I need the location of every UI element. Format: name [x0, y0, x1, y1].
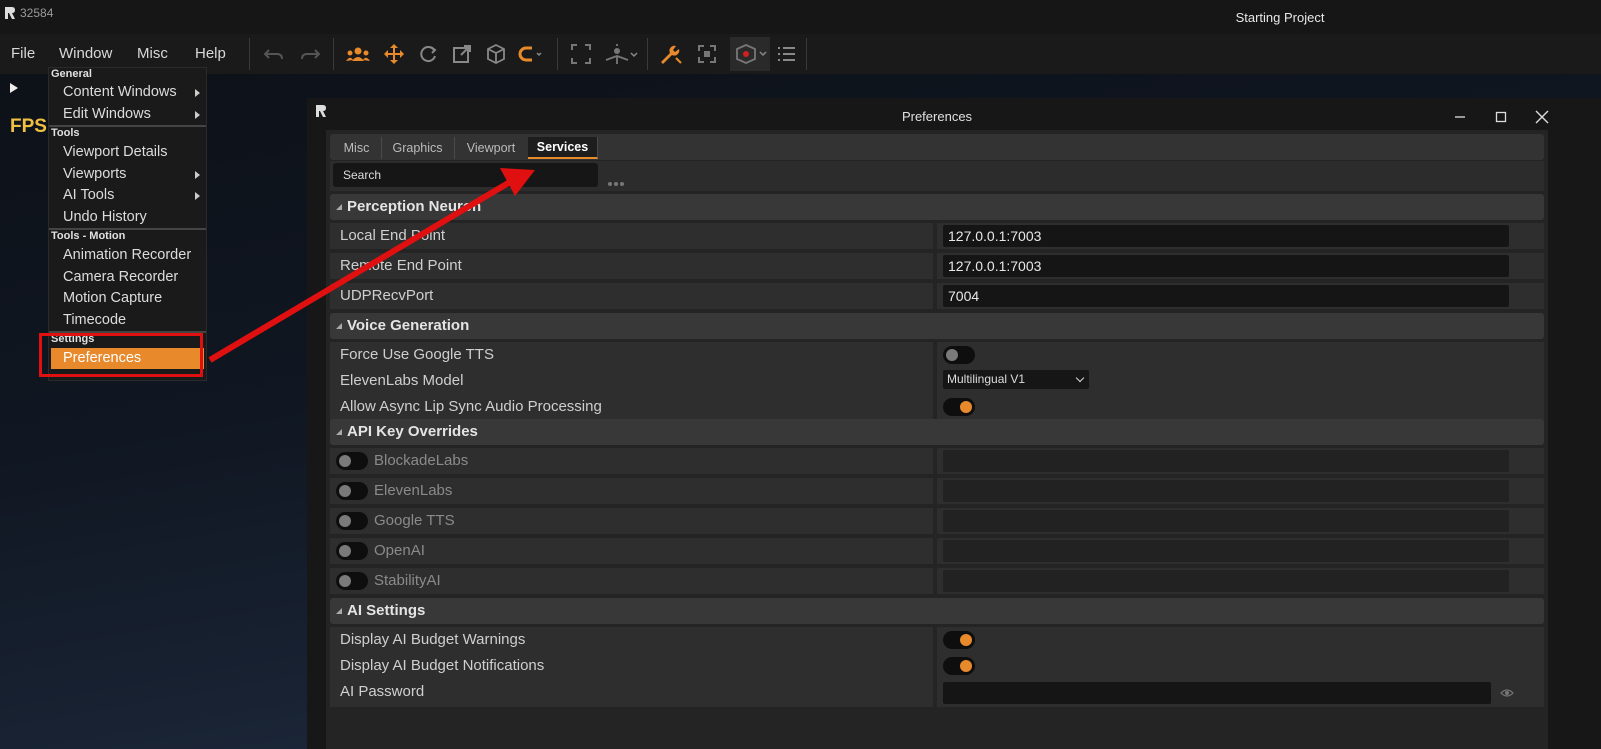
annotation-arrow	[208, 168, 535, 363]
